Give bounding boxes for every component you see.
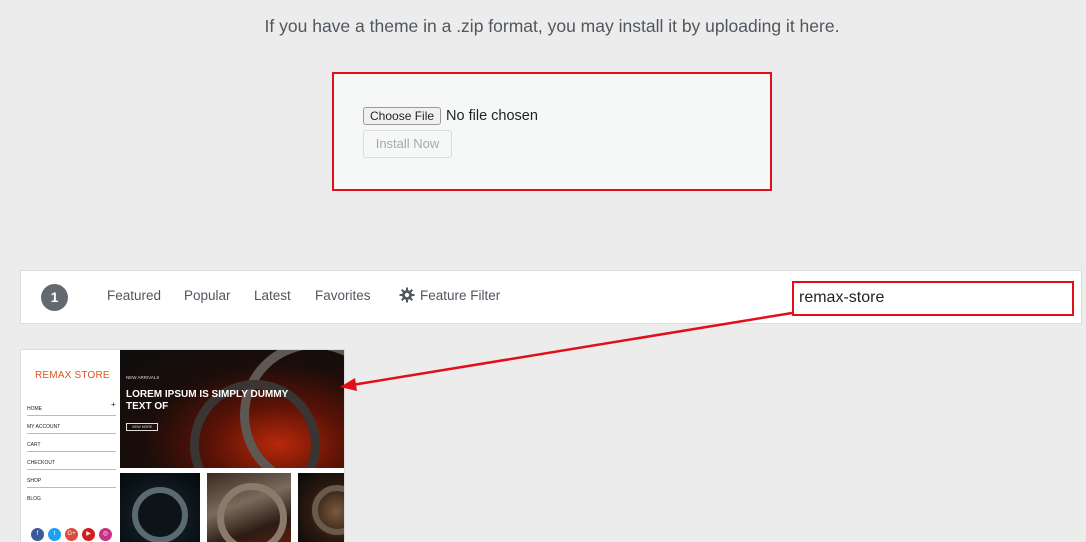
preview-nav-item: SHOP bbox=[27, 478, 116, 488]
preview-nav-item: BLOG bbox=[27, 496, 41, 502]
preview-nav-item: CART bbox=[27, 442, 116, 452]
facebook-icon: f bbox=[31, 528, 44, 541]
preview-nav-item: CHECKOUT bbox=[27, 460, 116, 470]
product-thumbnail bbox=[298, 473, 344, 542]
watch-image bbox=[312, 485, 344, 535]
hero-subtitle: NEW ARRIVALS bbox=[126, 375, 160, 380]
theme-search-input[interactable]: remax-store bbox=[792, 281, 1074, 316]
file-status-text: No file chosen bbox=[446, 108, 538, 124]
tab-latest[interactable]: Latest bbox=[254, 288, 291, 303]
file-input[interactable]: Choose File No file chosen bbox=[363, 107, 538, 125]
tab-favorites[interactable]: Favorites bbox=[315, 288, 371, 303]
theme-preview-hero: NEW ARRIVALS LOREM IPSUM IS SIMPLY DUMMY… bbox=[120, 350, 344, 468]
tab-popular[interactable]: Popular bbox=[184, 288, 231, 303]
theme-filter-bar: 1 Featured Popular Latest Favorites Feat… bbox=[20, 270, 1082, 324]
watch-image bbox=[132, 487, 188, 542]
install-now-button[interactable]: Install Now bbox=[363, 130, 452, 158]
choose-file-button[interactable]: Choose File bbox=[363, 107, 442, 125]
hero-title: LOREM IPSUM IS SIMPLY DUMMY TEXT OF bbox=[126, 389, 289, 412]
feature-filter-link[interactable]: Feature Filter bbox=[420, 288, 500, 303]
preview-nav-item: MY ACCOUNT bbox=[27, 424, 116, 434]
theme-card-remax-store[interactable]: REMAX STORE + HOME MY ACCOUNT CART CHECK… bbox=[20, 349, 345, 542]
store-logo: REMAX STORE bbox=[35, 370, 110, 381]
watch-image bbox=[217, 483, 287, 542]
product-thumbnail bbox=[207, 473, 291, 542]
instagram-icon: ◎ bbox=[99, 528, 112, 541]
gear-icon[interactable] bbox=[399, 287, 415, 303]
theme-preview-sidebar: REMAX STORE + HOME MY ACCOUNT CART CHECK… bbox=[21, 350, 120, 542]
hero-button: VIEW MORE bbox=[126, 423, 158, 431]
theme-count-badge: 1 bbox=[41, 284, 68, 311]
upload-form: Choose File No file chosen Install Now bbox=[332, 72, 772, 191]
twitter-icon: t bbox=[48, 528, 61, 541]
upload-description: If you have a theme in a .zip format, yo… bbox=[264, 16, 840, 36]
youtube-icon: ▶ bbox=[82, 528, 95, 541]
preview-nav-item: HOME bbox=[27, 406, 116, 416]
product-thumbnail bbox=[120, 473, 200, 542]
google-plus-icon: G+ bbox=[65, 528, 78, 541]
tab-featured[interactable]: Featured bbox=[107, 288, 161, 303]
